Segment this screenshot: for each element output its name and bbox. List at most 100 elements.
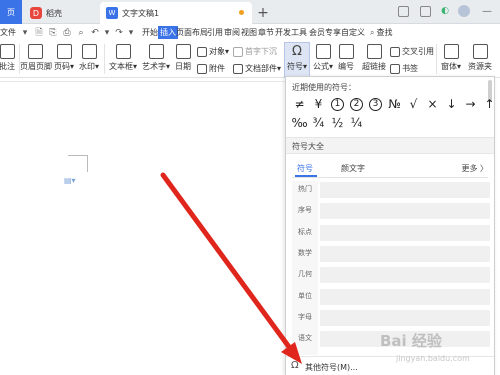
menu-insert[interactable]: 插入 — [158, 26, 178, 39]
watermark-button[interactable]: 水印▾ — [78, 44, 100, 72]
preview-icon[interactable]: ⌕ — [76, 28, 86, 38]
resource-button[interactable]: 资源夹 — [466, 44, 494, 72]
symbol-item[interactable]: ↑ — [480, 95, 499, 113]
object-button[interactable]: 对象▾ — [197, 46, 229, 57]
symbol-item[interactable]: ¥ — [309, 95, 328, 113]
minimize-icon[interactable]: — — [480, 4, 494, 18]
category-unit[interactable]: 单位 — [298, 291, 312, 301]
layout-icon[interactable] — [398, 6, 409, 17]
menu-member[interactable]: 会员专享 — [309, 27, 341, 38]
symbol-grid-row[interactable] — [320, 203, 490, 219]
tabs-divider — [292, 177, 488, 178]
symbol-item[interactable]: ‰ — [290, 114, 309, 132]
menu-start[interactable]: 开始 — [142, 27, 158, 38]
menu-custom[interactable]: 自定义 — [341, 27, 365, 38]
category-geometry[interactable]: 几何 — [298, 269, 312, 279]
symbol-item[interactable]: ¼ — [347, 114, 366, 132]
print-icon[interactable]: ⎙ — [62, 28, 72, 38]
crossref-label: 交叉引用 — [402, 47, 434, 56]
undo-icon[interactable]: ↶ — [90, 28, 100, 38]
menu-view[interactable]: 视图 — [241, 27, 257, 38]
symbol-item[interactable]: → — [461, 95, 480, 113]
menu-bar: 文件 ▾ 🗎 ⎘ ⎙ ⌕ ↶ ▾ ↷ ▾ 开始 插入 页面布局 引用 审阅 视图… — [0, 24, 500, 42]
avatar[interactable] — [458, 5, 470, 17]
symbol-item[interactable]: ↓ — [442, 95, 461, 113]
symbol-grid-row[interactable] — [320, 289, 490, 305]
chevron-down-icon[interactable]: ▾ — [20, 28, 30, 38]
menu-reference[interactable]: 引用 — [207, 27, 223, 38]
search-button[interactable]: ⌕ 查找 — [370, 27, 392, 38]
tab-home[interactable]: 页 — [0, 0, 22, 24]
symbol-item[interactable]: × — [423, 95, 442, 113]
formula-button[interactable]: 公式▾ — [312, 44, 334, 72]
margin-corner-mark — [68, 155, 87, 156]
tab-kaomoji[interactable]: 颜文字 — [341, 163, 365, 174]
symbol-item[interactable]: № — [385, 95, 404, 113]
save-icon[interactable]: 🗎 — [34, 28, 44, 38]
docpart-button[interactable]: 文档部件▾ — [233, 63, 281, 74]
category-chinese[interactable]: 语文 — [298, 333, 312, 343]
writer-logo-icon: W — [106, 7, 118, 19]
menu-file[interactable]: 文件 — [0, 27, 16, 38]
circled-one-symbol: 1 — [331, 97, 344, 111]
chevron-down-icon[interactable]: ▾ — [102, 28, 112, 38]
menu-page-layout[interactable]: 页面布局 — [176, 27, 208, 38]
symbol-item[interactable]: 3 — [366, 95, 385, 113]
category-math[interactable]: 数学 — [298, 248, 312, 258]
form-button[interactable]: 窗体▾ — [439, 44, 463, 72]
tab-document[interactable]: W 文字文稿1 — [100, 2, 252, 24]
symbol-item[interactable]: 2 — [347, 95, 366, 113]
more-button[interactable]: 更多 〉 — [461, 163, 488, 174]
date-button[interactable]: 日期 — [173, 44, 193, 72]
header-footer-button[interactable]: 页眉页脚 — [20, 44, 52, 72]
symbol-item[interactable]: ≠ — [290, 95, 309, 113]
category-punctuation[interactable]: 标点 — [298, 227, 312, 237]
symbol-grid-row[interactable] — [320, 310, 490, 326]
export-icon[interactable]: ⎘ — [48, 28, 58, 38]
symbol-item[interactable]: √ — [404, 95, 423, 113]
header-footer-label: 页眉页脚 — [20, 62, 52, 71]
symbol-library-title: 符号大全 — [292, 142, 324, 151]
dropcap-label: 首字下沉 — [245, 47, 277, 56]
category-hot[interactable]: 热门 — [298, 184, 312, 194]
category-letter[interactable]: 字母 — [298, 312, 312, 322]
symbol-button[interactable]: Ω 符号▾ — [284, 44, 310, 72]
numbering-button[interactable]: 编号 — [336, 44, 356, 72]
symbol-item[interactable]: 1 — [328, 95, 347, 113]
redo-icon[interactable]: ↷ — [114, 28, 124, 38]
docpart-label: 文档部件▾ — [245, 64, 282, 73]
symbol-grid-row[interactable] — [320, 182, 490, 198]
hyperlink-button[interactable]: 超链接 — [361, 44, 387, 72]
symbol-item[interactable]: ¾ — [309, 114, 328, 132]
comment-button[interactable]: 批注 — [0, 44, 18, 72]
symbol-grid-row[interactable] — [320, 225, 490, 241]
menu-chapter[interactable]: 章节 — [258, 27, 274, 38]
attachment-button[interactable]: 附件 — [197, 63, 225, 74]
menu-review[interactable]: 审阅 — [224, 27, 240, 38]
textbox-button[interactable]: 文本框▾ — [108, 44, 138, 72]
chevron-down-icon[interactable]: ▾ — [126, 28, 136, 38]
tab-daoke-label: 稻壳 — [46, 8, 62, 18]
symbol-grid-row[interactable] — [320, 246, 490, 262]
wordart-button[interactable]: 艺术字▾ — [141, 44, 171, 72]
bookmark-button[interactable]: 书签 — [390, 63, 418, 74]
hyperlink-label: 超链接 — [362, 62, 386, 71]
page-number-label: 页码▾ — [53, 62, 74, 71]
category-ordinal[interactable]: 序号 — [298, 205, 312, 215]
crossref-button[interactable]: 交叉引用 — [390, 46, 434, 57]
dropcap-button[interactable]: 首字下沉 — [233, 46, 277, 57]
omega-icon: Ω — [291, 360, 299, 371]
new-tab-button[interactable]: + — [256, 2, 270, 24]
window-mode-icon[interactable] — [420, 6, 431, 17]
page-number-button[interactable]: 页码▾ — [53, 44, 75, 72]
search-icon: ⌕ — [370, 28, 375, 37]
sync-icon[interactable]: ◐ — [438, 4, 452, 18]
formula-label: 公式▾ — [312, 62, 333, 71]
paste-options-icon[interactable]: ▤▾ — [64, 176, 76, 185]
menu-dev-tools[interactable]: 开发工具 — [275, 27, 307, 38]
tab-daoke[interactable]: D 稻壳 — [24, 2, 96, 24]
date-icon — [175, 44, 191, 59]
symbol-item[interactable]: ½ — [328, 114, 347, 132]
tab-symbols[interactable]: 符号 — [297, 163, 313, 174]
symbol-grid-row[interactable] — [320, 267, 490, 283]
